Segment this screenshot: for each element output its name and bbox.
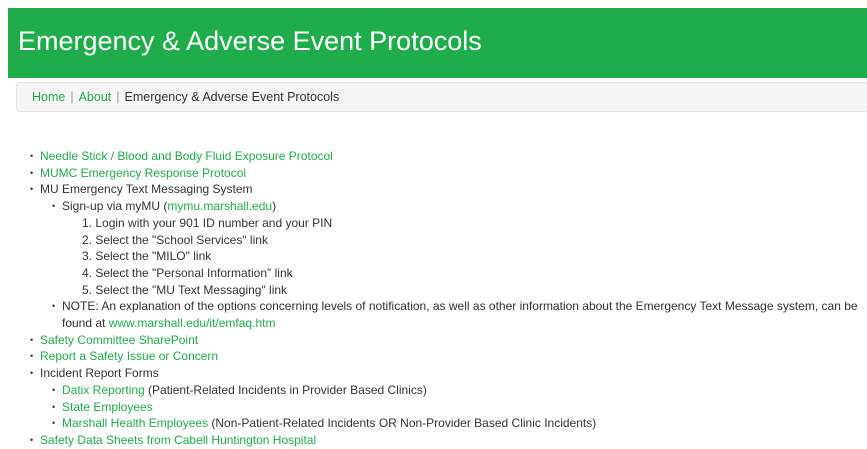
- breadcrumb-home-link[interactable]: Home: [32, 90, 65, 104]
- page-header: Emergency & Adverse Event Protocols: [8, 8, 867, 78]
- step-item: 2. Select the "School Services" link: [82, 232, 268, 247]
- datix-reporting-link[interactable]: Datix Reporting: [62, 383, 145, 397]
- signup-steps: 1. Login with your 901 ID number and you…: [82, 215, 867, 299]
- incident-forms-label: Incident Report Forms: [40, 366, 159, 381]
- list-item: Safety Data Sheets from Cabell Huntingto…: [30, 432, 867, 449]
- step-item: 1. Login with your 901 ID number and you…: [82, 215, 333, 230]
- step-item: 5. Select the "MU Text Messaging" link: [82, 282, 288, 297]
- breadcrumb-about-link[interactable]: About: [79, 90, 112, 104]
- breadcrumb-separator: |: [70, 90, 74, 104]
- page-title: Emergency & Adverse Event Protocols: [18, 26, 482, 56]
- needle-stick-protocol-link[interactable]: Needle Stick / Blood and Body Fluid Expo…: [40, 149, 333, 163]
- list-item: Incident Report Forms Datix Reporting (P…: [30, 365, 867, 432]
- protocol-list: Needle Stick / Blood and Body Fluid Expo…: [30, 148, 867, 449]
- breadcrumb-current: Emergency & Adverse Event Protocols: [124, 90, 340, 104]
- main-content: Needle Stick / Blood and Body Fluid Expo…: [30, 148, 867, 449]
- list-item: Sign-up via myMU (mymu.marshall.edu) 1. …: [52, 198, 867, 298]
- list-item: Marshall Health Employees (Non-Patient-R…: [52, 415, 867, 432]
- text-messaging-label: MU Emergency Text Messaging System: [40, 182, 253, 197]
- breadcrumb: Home | About | Emergency & Adverse Event Pro…: [16, 82, 867, 112]
- signup-prefix: Sign-up via myMU (: [62, 199, 168, 214]
- emfaq-link[interactable]: www.marshall.edu/it/emfaq.htm: [109, 316, 276, 330]
- list-item: Report a Safety Issue or Concern: [30, 348, 867, 365]
- mymu-link[interactable]: mymu.marshall.edu: [167, 199, 272, 213]
- list-item: NOTE: An explanation of the options conc…: [52, 298, 867, 331]
- state-employees-link[interactable]: State Employees: [62, 400, 153, 414]
- signup-suffix: ): [272, 199, 277, 214]
- text-messaging-sublist: Sign-up via myMU (mymu.marshall.edu) 1. …: [52, 198, 867, 332]
- datix-note: (Patient-Related Incidents in Provider B…: [144, 382, 427, 397]
- step-item: 4. Select the "Personal Information" lin…: [82, 265, 293, 280]
- list-item: Datix Reporting (Patient-Related Inciden…: [52, 382, 867, 399]
- list-item: MU Emergency Text Messaging System Sign-…: [30, 181, 867, 331]
- step-item: 3. Select the "MILO" link: [82, 249, 212, 264]
- report-safety-issue-link[interactable]: Report a Safety Issue or Concern: [40, 349, 218, 363]
- list-item: MUMC Emergency Response Protocol: [30, 165, 867, 182]
- incident-forms-sublist: Datix Reporting (Patient-Related Inciden…: [52, 382, 867, 432]
- safety-data-sheets-link[interactable]: Safety Data Sheets from Cabell Huntingto…: [40, 433, 316, 447]
- list-item: Safety Committee SharePoint: [30, 332, 867, 349]
- safety-committee-sharepoint-link[interactable]: Safety Committee SharePoint: [40, 333, 198, 347]
- mumc-emergency-protocol-link[interactable]: MUMC Emergency Response Protocol: [40, 166, 246, 180]
- marshall-health-employees-link[interactable]: Marshall Health Employees: [62, 416, 208, 430]
- list-item: State Employees: [52, 399, 867, 416]
- breadcrumb-separator: |: [116, 90, 120, 104]
- list-item: Needle Stick / Blood and Body Fluid Expo…: [30, 148, 867, 165]
- mhe-note: (Non-Patient-Related Incidents OR Non-Pr…: [208, 416, 597, 431]
